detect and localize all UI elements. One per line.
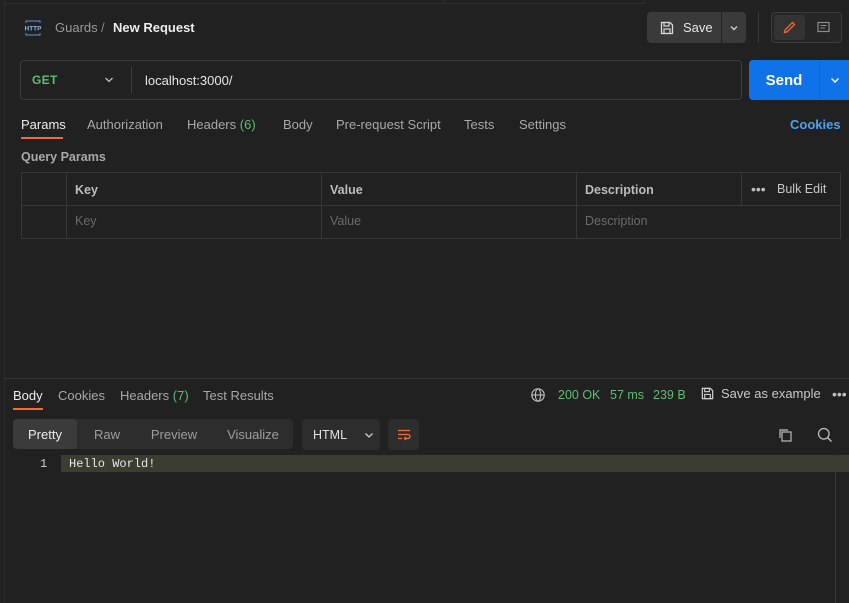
text-wrap-button[interactable] xyxy=(388,419,419,450)
query-params-title: Query Params xyxy=(21,150,106,164)
send-options-button[interactable] xyxy=(820,60,849,100)
view-raw-button[interactable]: Raw xyxy=(80,419,134,449)
url-input[interactable] xyxy=(139,64,729,96)
save-icon xyxy=(701,387,714,400)
tab-authorization[interactable]: Authorization xyxy=(87,117,163,132)
comment-icon xyxy=(816,21,830,33)
tab-headers[interactable]: Headers (6) xyxy=(187,117,256,132)
comments-button[interactable] xyxy=(808,15,838,40)
top-strip xyxy=(0,0,849,4)
column-header-key: Key xyxy=(75,183,98,197)
format-select[interactable]: HTML xyxy=(302,419,380,450)
save-as-example-button[interactable]: Save as example xyxy=(700,386,821,401)
cookies-link[interactable]: Cookies xyxy=(790,117,841,132)
toolbar-divider xyxy=(758,12,759,43)
view-visualize-button[interactable]: Visualize xyxy=(214,419,292,449)
response-headers-count: (7) xyxy=(172,388,189,403)
table-column-divider xyxy=(66,172,67,239)
response-time[interactable]: 57 ms xyxy=(610,388,644,402)
svg-text:HTTP: HTTP xyxy=(25,26,42,33)
table-column-divider xyxy=(321,172,322,239)
save-button[interactable]: Save xyxy=(647,12,721,43)
active-tab-indicator xyxy=(21,137,63,139)
view-pretty-button[interactable]: Pretty xyxy=(13,419,77,449)
format-label: HTML xyxy=(313,427,348,442)
column-header-value: Value xyxy=(330,183,363,197)
tab-tests[interactable]: Tests xyxy=(464,117,494,132)
bulk-edit-button[interactable]: Bulk Edit xyxy=(777,182,826,196)
response-tab-headers-label: Headers xyxy=(120,388,170,403)
globe-icon[interactable] xyxy=(530,387,546,403)
chevron-down-icon[interactable] xyxy=(102,73,116,87)
tab-pre-request-script[interactable]: Pre-request Script xyxy=(336,117,441,132)
tab-settings[interactable]: Settings xyxy=(519,117,566,132)
line-number: 1 xyxy=(40,457,48,471)
response-body-line[interactable]: Hello World! xyxy=(69,457,155,471)
chevron-down-icon xyxy=(830,78,839,83)
breadcrumb-separator: / xyxy=(101,20,105,35)
column-header-description: Description xyxy=(585,183,654,197)
response-tab-body[interactable]: Body xyxy=(13,388,43,403)
tab-params[interactable]: Params xyxy=(21,117,66,132)
chevron-down-icon xyxy=(365,432,373,438)
response-tab-cookies[interactable]: Cookies xyxy=(58,388,105,403)
save-as-example-label: Save as example xyxy=(721,386,821,401)
text-wrap-icon xyxy=(397,429,411,440)
request-title[interactable]: New Request xyxy=(113,20,195,35)
copy-icon[interactable] xyxy=(777,427,793,443)
ellipsis-icon[interactable]: ••• xyxy=(751,181,766,197)
param-key-input[interactable] xyxy=(75,207,315,235)
table-column-divider xyxy=(741,172,742,205)
left-edge xyxy=(4,0,5,603)
url-divider xyxy=(131,67,132,93)
response-tab-test-results[interactable]: Test Results xyxy=(203,388,274,403)
param-description-input[interactable] xyxy=(585,207,835,235)
search-icon[interactable] xyxy=(816,426,834,444)
view-preview-button[interactable]: Preview xyxy=(137,419,211,449)
table-column-divider xyxy=(576,172,577,239)
table-divider xyxy=(21,205,841,206)
save-options-button[interactable] xyxy=(722,12,746,43)
editor-scrollbar[interactable] xyxy=(835,455,836,603)
send-button[interactable]: Send xyxy=(749,60,819,100)
headers-count: (6) xyxy=(239,117,256,132)
edit-mode-button[interactable] xyxy=(774,15,805,40)
pane-resize-handle[interactable] xyxy=(4,378,849,379)
response-status[interactable]: 200 OK xyxy=(558,388,600,402)
method-select[interactable]: GET xyxy=(32,73,58,87)
tab-body[interactable]: Body xyxy=(283,117,313,132)
save-label: Save xyxy=(683,20,713,35)
pencil-icon xyxy=(783,21,796,34)
save-icon xyxy=(660,21,674,34)
response-size[interactable]: 239 B xyxy=(653,388,686,402)
chevron-down-icon xyxy=(730,25,738,30)
breadcrumb-collection[interactable]: Guards xyxy=(55,20,98,35)
param-value-input[interactable] xyxy=(330,207,570,235)
active-line-highlight xyxy=(61,455,849,472)
tab-headers-label: Headers xyxy=(187,117,237,132)
http-icon: HTTP xyxy=(24,19,42,37)
active-response-tab-indicator xyxy=(13,408,43,410)
ellipsis-icon[interactable]: ••• xyxy=(832,386,847,402)
response-tab-headers[interactable]: Headers (7) xyxy=(120,388,189,403)
